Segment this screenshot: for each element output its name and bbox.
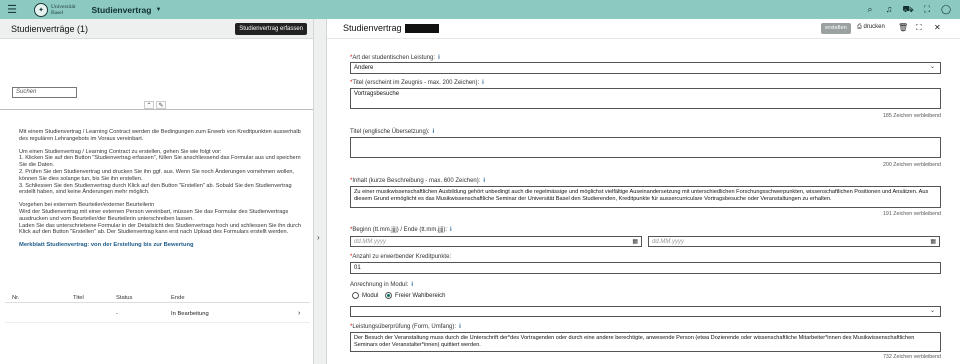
divider	[0, 109, 313, 110]
printer-icon: ⎙	[857, 24, 862, 30]
redacted-name	[404, 23, 439, 33]
row-ende: In Bearbeitung	[171, 311, 209, 317]
detail-title: Studienvertrag	[343, 23, 439, 33]
fullscreen-icon[interactable]: ⛶	[921, 3, 933, 15]
detail-header: Studienvertrag erstellen ⎙ drucken 🗑 ⛶ ✕	[327, 19, 960, 39]
table-row[interactable]: - In Bearbeitung ›	[5, 308, 310, 323]
logo-line-2: Basel	[51, 9, 64, 16]
app-title-menu[interactable]: Studienvertrag ▼	[91, 5, 161, 15]
titel-input[interactable]: Vortragsbesuche	[350, 88, 941, 109]
col-status: Status	[116, 295, 133, 301]
info-icon[interactable]: i	[432, 129, 434, 135]
kp-input[interactable]: 01	[350, 262, 941, 274]
calendar-icon[interactable]: ▦	[930, 238, 936, 245]
titel-en-counter: 200 Zeichen verbleibend	[882, 162, 941, 168]
info-icon[interactable]: i	[483, 178, 485, 184]
print-button[interactable]: ⎙ drucken	[857, 24, 885, 31]
chevron-down-icon: ⌄	[929, 64, 935, 70]
university-logo[interactable]: ✦ Universität Basel	[34, 0, 75, 19]
info-icon[interactable]: i	[438, 55, 440, 61]
art-label: *Art der studentischen Leistung: i	[350, 55, 440, 61]
row-status: -	[116, 311, 118, 317]
table-header: Nr. Titel Status Ende	[5, 292, 310, 303]
end-date-input[interactable]: dd.MM.yyyy ▦	[648, 236, 940, 247]
detail-title-text: Studienvertrag	[343, 23, 402, 33]
user-icon[interactable]: ◯	[940, 3, 952, 15]
info-icon[interactable]: i	[411, 282, 413, 288]
start-date-input[interactable]: dd.MM.yyyy ▦	[350, 236, 642, 247]
list-title: Studienverträge (1)	[11, 24, 89, 34]
titel-en-label: Titel (englische Übersetzung): i	[350, 129, 435, 135]
info-paragraph-1: Mit einem Studienvertrag / Learning Cont…	[19, 129, 301, 142]
chevron-right-icon: ›	[317, 233, 320, 242]
leistung-textarea[interactable]: Der Besuch der Veranstaltung muss durch …	[350, 332, 941, 352]
info-icon[interactable]: i	[459, 324, 461, 330]
leistung-counter: 732 Zeichen verbleibend	[882, 354, 941, 360]
datum-label: *Beginn (tt.mm.jjjj) / Ende (tt.mm.jjjj)…	[350, 227, 452, 233]
leistung-label: *Leistungsüberprüfung (Form, Umfang): i	[350, 324, 461, 330]
col-nr: Nr.	[12, 295, 20, 301]
radio-on	[385, 292, 392, 299]
close-icon[interactable]: ✕	[934, 23, 941, 32]
guide-link[interactable]: Merkblatt Studienvertrag: von der Erstel…	[19, 242, 194, 248]
info-icon[interactable]: i	[482, 80, 484, 86]
caret-down-icon: ▼	[155, 6, 162, 13]
col-ende: Ende	[171, 295, 185, 301]
list-header: Studienverträge (1) Studienvertrag erfas…	[0, 19, 313, 39]
collapse-icon[interactable]: ⌃	[144, 101, 154, 109]
bell-icon[interactable]: ♫	[883, 3, 895, 15]
fullscreen-icon[interactable]: ⛶	[916, 23, 922, 33]
radio-modul[interactable]: Modul	[352, 292, 378, 299]
trash-icon[interactable]: 🗑	[898, 23, 908, 32]
titel-label: *Titel (erscheint im Zeugnis - max. 200 …	[350, 80, 484, 86]
top-bar: ☰ ✦ Universität Basel Studienvertrag ▼ ⌕ ♫…	[0, 0, 960, 19]
inhalt-textarea[interactable]: Zu einer musikwissenschaftlichen Ausbild…	[350, 186, 941, 208]
modul-select[interactable]: ⌄	[350, 306, 941, 317]
kp-label: *Anzahl zu erwerbender Kreditpunkte:	[350, 254, 452, 260]
radio-freier-wahlbereich[interactable]: Freier Wahlbereich	[385, 292, 445, 299]
search-icon[interactable]: ⌕	[864, 3, 876, 15]
titel-en-input[interactable]	[350, 137, 941, 158]
art-select[interactable]: Andere ⌄	[350, 62, 941, 74]
calendar-icon[interactable]: ▦	[632, 238, 638, 245]
seal-icon: ✦	[34, 2, 48, 17]
chevron-right-icon: ›	[298, 310, 301, 317]
top-icons: ⌕ ♫ ⛟ ⛶ ◯	[857, 3, 952, 15]
app-title: Studienvertrag	[91, 4, 152, 15]
detail-pane: Studienvertrag erstellen ⎙ drucken 🗑 ⛶ ✕…	[327, 19, 960, 364]
modul-label: Anrechnung in Modul: i	[350, 282, 414, 288]
inhalt-counter: 191 Zeichen verbleibend	[882, 211, 941, 217]
titel-counter: 185 Zeichen verbleibend	[882, 113, 941, 119]
info-icon[interactable]: i	[450, 227, 452, 233]
create-contract-button[interactable]: Studienvertrag erfassen	[235, 23, 307, 35]
radio-off	[352, 292, 359, 299]
info-paragraph-3: Vorgehen bei externem Beurteiler/externe…	[19, 202, 302, 236]
pin-icon[interactable]: ✎	[156, 101, 166, 109]
info-paragraph-2: Um einen Studienvertrag / Learning Contr…	[19, 148, 301, 196]
print-label: drucken	[863, 24, 885, 30]
inhalt-label: *Inhalt (kurze Beschreibung - max. 600 Z…	[350, 178, 486, 184]
list-pane: Studienverträge (1) Studienvertrag erfas…	[0, 19, 313, 364]
menu-icon[interactable]: ☰	[4, 3, 20, 16]
col-titel: Titel	[73, 295, 84, 301]
chevron-down-icon: ⌄	[929, 308, 935, 314]
cart-icon[interactable]: ⛟	[902, 3, 914, 15]
create-button[interactable]: erstellen	[821, 23, 851, 34]
pane-splitter[interactable]: ›	[313, 19, 327, 364]
info-text: Mit einem Studienvertrag / Learning Cont…	[19, 129, 305, 249]
search-input[interactable]: Suchen	[12, 87, 77, 98]
